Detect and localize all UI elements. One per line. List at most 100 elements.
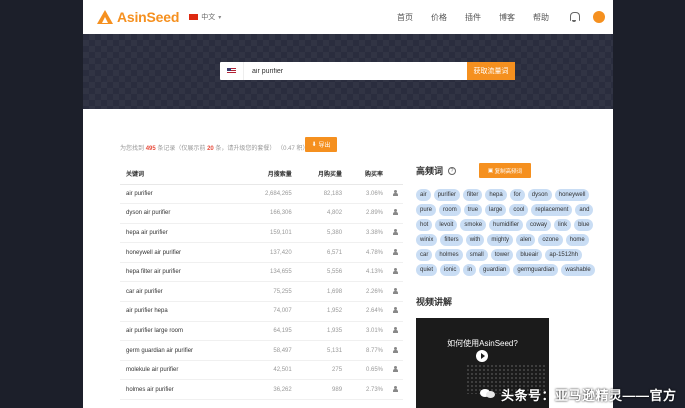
keyword-tag[interactable]: filter — [463, 189, 483, 201]
keyword-tag[interactable]: guardian — [479, 264, 511, 276]
avatar[interactable] — [593, 11, 605, 23]
keyword-tag[interactable]: winix — [416, 234, 438, 246]
keyword-tag[interactable]: ap-1512hh — [545, 249, 583, 261]
person-icon[interactable] — [392, 366, 398, 373]
keyword-tag[interactable]: ionic — [440, 264, 461, 276]
bell-icon[interactable] — [569, 12, 580, 22]
purchase-rate-cell: 2.73% — [346, 379, 387, 401]
row-action-cell — [387, 281, 403, 303]
language-selector[interactable]: 中文 ▾ — [189, 12, 221, 22]
keyword-cell[interactable]: car air purifier — [120, 281, 242, 303]
nav-pricing[interactable]: 价格 — [431, 12, 447, 23]
keyword-tag[interactable]: tower — [490, 249, 514, 261]
stats-credits: （0.47 积） — [277, 146, 309, 152]
keyword-tag[interactable]: pure — [416, 204, 437, 216]
keyword-cell[interactable]: air purifier — [120, 184, 242, 205]
download-icon: ⬇ — [311, 142, 317, 148]
purchase-rate-cell: 3.06% — [346, 184, 387, 205]
keyword-cell[interactable]: air purifier hepa — [120, 301, 242, 322]
table-row: honeywell air purifier 137,420 6,571 4.78% — [120, 242, 403, 263]
keyword-tag[interactable]: mighty — [487, 234, 514, 246]
keyword-tag[interactable]: filters — [440, 234, 463, 246]
row-action-cell — [387, 262, 403, 283]
purchase-rate-cell: 4.13% — [346, 262, 387, 283]
keyword-tag[interactable]: blueair — [516, 249, 543, 261]
keyword-cell[interactable]: air purifier large room — [120, 321, 242, 342]
keyword-tag[interactable]: levoit — [435, 219, 458, 231]
keyword-tag[interactable]: humidifier — [489, 219, 524, 231]
help-icon[interactable]: ? — [448, 166, 457, 175]
keyword-tag[interactable]: for — [509, 189, 525, 201]
keyword-tag[interactable]: germguardian — [513, 264, 559, 276]
search-input[interactable] — [244, 62, 467, 80]
keyword-tag[interactable]: purifier — [433, 189, 461, 201]
nav-plugins[interactable]: 插件 — [465, 12, 481, 23]
keyword-tag[interactable]: with — [465, 234, 485, 246]
keyword-cell[interactable]: holmes air purifier — [120, 379, 242, 401]
play-icon[interactable] — [476, 350, 488, 362]
watermark: 头条号：亚马逊精灵——官方 — [480, 383, 685, 405]
row-action-cell — [387, 203, 403, 224]
keyword-tag[interactable]: holmes — [435, 249, 463, 261]
person-icon[interactable] — [392, 209, 398, 216]
keyword-tag[interactable]: link — [554, 219, 572, 231]
person-icon[interactable] — [392, 189, 398, 196]
keyword-cell[interactable]: honeywell air purifier — [120, 242, 242, 263]
marketplace-selector[interactable] — [220, 62, 244, 80]
keyword-tag[interactable]: true — [463, 204, 483, 216]
nav-blog[interactable]: 博客 — [499, 12, 515, 23]
person-icon[interactable] — [392, 346, 398, 353]
keyword-tag[interactable]: home — [565, 234, 589, 246]
header-monthly-purchase[interactable]: 月购买量 — [295, 164, 347, 185]
row-action-cell — [387, 360, 403, 381]
keyword-tag[interactable]: coway — [526, 219, 552, 231]
keyword-cell[interactable]: hepa air purifier — [120, 223, 242, 244]
keyword-tag[interactable]: room — [439, 204, 461, 216]
keyword-tag[interactable]: hot — [416, 219, 433, 231]
person-icon[interactable] — [392, 268, 398, 275]
nav-help[interactable]: 帮助 — [533, 12, 549, 23]
monthly-search-cell: 75,255 — [241, 281, 296, 303]
keyword-tag[interactable]: small — [465, 249, 488, 261]
person-icon[interactable] — [392, 287, 398, 294]
keyword-tag[interactable]: cool — [509, 204, 529, 216]
logo[interactable]: AsinSeed — [97, 9, 179, 25]
monthly-purchase-cell: 5,556 — [295, 262, 347, 283]
keyword-cell[interactable]: germ guardian air purifier — [120, 340, 242, 361]
person-icon[interactable] — [392, 228, 398, 235]
keyword-tag[interactable]: washable — [561, 264, 595, 276]
keyword-tag[interactable]: alen — [516, 234, 536, 246]
export-label: 导出 — [318, 143, 331, 149]
keyword-tag[interactable]: hepa — [485, 189, 507, 201]
nav-home[interactable]: 首页 — [397, 12, 413, 23]
keyword-tag[interactable]: air — [416, 189, 431, 201]
keyword-tag[interactable]: quiet — [416, 264, 438, 276]
keyword-tag[interactable]: and — [575, 204, 594, 216]
person-icon[interactable] — [392, 248, 398, 255]
keyword-tag[interactable]: smoke — [460, 219, 487, 231]
high-freq-tags: air purifier filter hepa for dyson honeywell pu… — [416, 189, 606, 276]
person-icon[interactable] — [392, 307, 398, 314]
keyword-tag[interactable]: blue — [574, 219, 594, 231]
export-button[interactable]: ⬇ 导出 — [305, 137, 337, 152]
person-icon[interactable] — [392, 385, 398, 392]
keyword-cell[interactable]: molekule air purifier — [120, 360, 242, 381]
keyword-cell[interactable]: dyson air purifier — [120, 203, 242, 224]
search-button[interactable]: 获取流量词 — [467, 62, 515, 80]
person-icon[interactable] — [392, 326, 398, 333]
keyword-tag[interactable]: ozone — [538, 234, 563, 246]
keyword-tag[interactable]: car — [416, 249, 433, 261]
stats-suffix: 条，请升级您的套餐） — [215, 146, 276, 152]
keyword-cell[interactable]: hepa filter air purifier — [120, 262, 242, 283]
keyword-tag[interactable]: in — [463, 264, 477, 276]
header-keyword[interactable]: 关键词 — [120, 164, 242, 185]
table-row: air purifier large room 64,195 1,935 3.01% — [120, 321, 403, 342]
copy-high-freq-button[interactable]: ▣ 复制高频词 — [479, 163, 532, 178]
keyword-tag[interactable]: honeywell — [554, 189, 590, 201]
keyword-tag[interactable]: large — [485, 204, 507, 216]
keyword-tag[interactable]: replacement — [531, 204, 573, 216]
purchase-rate-cell: 2.64% — [346, 301, 387, 322]
header-monthly-search[interactable]: 月搜索量 — [241, 164, 296, 185]
header-purchase-rate[interactable]: 购买率 — [346, 164, 387, 185]
keyword-tag[interactable]: dyson — [527, 189, 552, 201]
